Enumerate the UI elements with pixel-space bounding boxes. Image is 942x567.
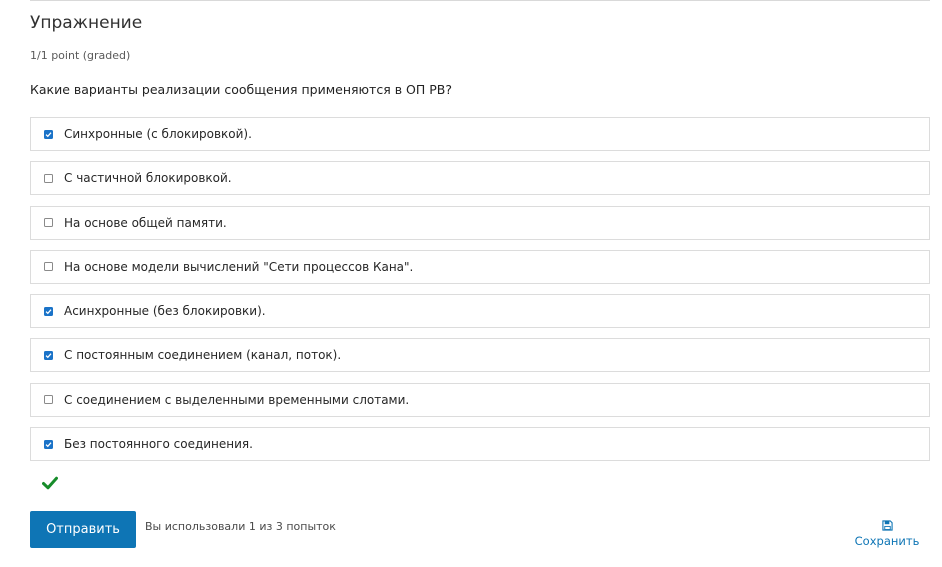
problem-title: Упражнение	[30, 13, 143, 33]
checkbox[interactable]	[44, 218, 53, 228]
checkbox-check-icon	[45, 441, 52, 447]
checkbox[interactable]	[44, 350, 53, 360]
checkbox[interactable]	[44, 129, 53, 139]
option-7[interactable]: С соединением с выделенными временными с…	[30, 382, 930, 417]
option-label: Синхронные (с блокировкой).	[64, 127, 252, 141]
option-label: С соединением с выделенными временными с…	[64, 392, 410, 407]
option-label: С частичной блокировкой.	[64, 171, 232, 186]
save-button[interactable]: Сохранить	[852, 520, 922, 548]
correct-checkmark-icon	[42, 476, 58, 490]
checkbox-check-icon	[45, 131, 52, 137]
option-label: Без постоянного соединения.	[64, 437, 253, 452]
checkbox[interactable]	[44, 395, 53, 405]
checkbox-check-icon	[45, 353, 52, 359]
option-6[interactable]: С постоянным соединением (канал, поток).	[30, 338, 930, 373]
problem-points: 1/1 point (graded)	[30, 49, 131, 62]
option-1[interactable]: Синхронные (с блокировкой).	[30, 117, 930, 151]
top-divider	[30, 0, 930, 1]
checkbox-check-icon	[45, 308, 52, 314]
options-list: Синхронные (с блокировкой). С частичной …	[30, 117, 930, 471]
option-label: С постоянным соединением (канал, поток).	[64, 348, 342, 363]
checkbox[interactable]	[44, 173, 53, 183]
option-3[interactable]: На основе общей памяти.	[30, 205, 930, 240]
floppy-disk-icon	[881, 520, 893, 531]
option-label: На основе общей памяти.	[64, 215, 227, 230]
checkbox[interactable]	[44, 439, 53, 449]
option-label: Асинхронные (без блокировки).	[64, 304, 266, 319]
option-2[interactable]: С частичной блокировкой.	[30, 161, 930, 196]
checkbox[interactable]	[44, 262, 53, 272]
option-8[interactable]: Без постоянного соединения.	[30, 427, 930, 462]
option-label: На основе модели вычислений "Сети процес…	[64, 259, 414, 274]
question-text: Какие варианты реализации сообщения прим…	[30, 82, 452, 97]
problem-page: Упражнение 1/1 point (graded) Какие вари…	[0, 0, 942, 567]
submit-button[interactable]: Отправить	[30, 511, 136, 548]
checkbox[interactable]	[44, 306, 53, 316]
save-label: Сохранить	[854, 534, 920, 548]
option-5[interactable]: Асинхронные (без блокировки).	[30, 294, 930, 329]
attempts-text: Вы использовали 1 из 3 попыток	[145, 520, 336, 533]
option-4[interactable]: На основе модели вычислений "Сети процес…	[30, 249, 930, 284]
